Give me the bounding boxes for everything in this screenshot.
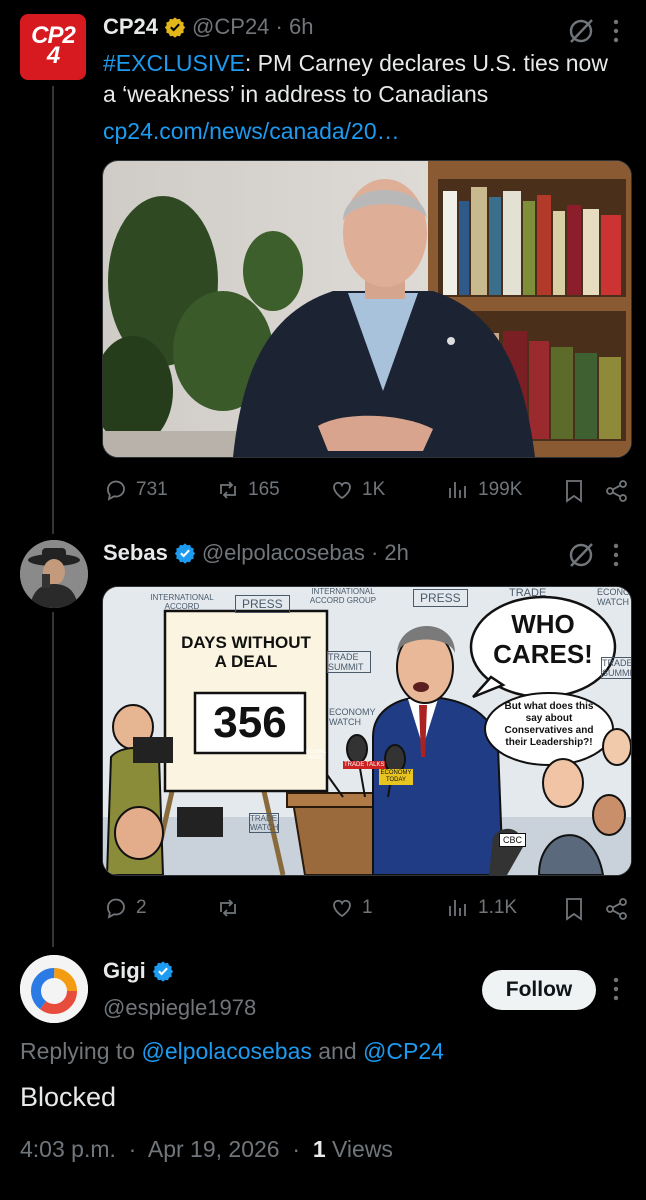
hashtag-link[interactable]: #EXCLUSIVE xyxy=(103,50,245,76)
tweet-time[interactable]: 4:03 p.m. xyxy=(20,1136,116,1162)
views-button[interactable]: 1.1K xyxy=(446,896,517,920)
carney-photo-image xyxy=(103,161,631,457)
reply-count: 2 xyxy=(136,897,147,918)
author-name[interactable]: Sebas xyxy=(103,540,168,566)
like-button[interactable]: 1K xyxy=(330,478,385,502)
backdrop-label: TRADE WATCH xyxy=(249,813,279,833)
reply-button[interactable]: 2 xyxy=(104,896,147,920)
bubble-who-cares: WHO CARES! xyxy=(493,609,593,669)
reply-icon xyxy=(107,480,125,501)
like-count: 1 xyxy=(362,897,373,918)
tweet-time[interactable]: 6h xyxy=(289,14,313,40)
mic-label: TRADE TALKS xyxy=(343,761,386,769)
like-count: 1K xyxy=(362,479,386,500)
bubble-question: But what does this say about Conservativ… xyxy=(504,701,594,748)
thread-line xyxy=(52,612,54,947)
views-label: Views xyxy=(332,1136,393,1162)
backdrop-label: ECONOMY WATCH xyxy=(597,587,631,607)
backdrop-label: INTERNATIONAL ACCORD GROUP xyxy=(309,587,377,605)
heart-icon xyxy=(333,481,351,500)
author-name[interactable]: Gigi xyxy=(103,958,146,984)
verified-gold-icon xyxy=(164,17,186,38)
avatar-image xyxy=(20,540,88,608)
tweet-date[interactable]: Apr 19, 2026 xyxy=(148,1136,280,1162)
author-handle[interactable]: @espiegle1978 xyxy=(103,995,256,1021)
replying-user-link[interactable]: @CP24 xyxy=(363,1038,444,1064)
tweet-time[interactable]: 2h xyxy=(384,540,408,566)
avatar-logo-text: CP24 xyxy=(31,22,76,69)
analytics-icon xyxy=(449,482,466,498)
repost-count: 165 xyxy=(248,479,280,500)
like-button[interactable]: 1 xyxy=(330,896,373,920)
tweet-header: Sebas @elpolacosebas · 2h xyxy=(103,540,409,566)
views-button[interactable]: 199K xyxy=(446,478,522,502)
backdrop-label: PRESS xyxy=(235,595,290,613)
follow-button[interactable]: Follow xyxy=(482,970,596,1010)
avatar-gigi[interactable] xyxy=(20,955,88,1023)
author-name[interactable]: CP24 xyxy=(103,14,158,40)
more-options-icon[interactable] xyxy=(608,976,624,1002)
author-handle[interactable]: @elpolacosebas xyxy=(202,540,365,566)
separator-dot: · xyxy=(122,1136,143,1162)
mic-label: GLOBAL NEWS xyxy=(306,749,327,761)
separator-dot: · xyxy=(285,1136,307,1162)
thread-line xyxy=(52,86,54,534)
bookmark-icon[interactable] xyxy=(562,478,586,504)
views-count: 1.1K xyxy=(478,897,518,918)
separator-dot: · xyxy=(269,14,289,39)
more-options-icon[interactable] xyxy=(608,18,624,44)
calendar-title: DAYS WITHOUT A DEAL xyxy=(181,633,311,671)
author-handle[interactable]: @CP24 xyxy=(192,14,269,40)
bookmark-icon[interactable] xyxy=(562,896,586,922)
tweet-photo[interactable] xyxy=(102,160,632,458)
mic-label: CBC xyxy=(499,833,527,847)
share-icon[interactable] xyxy=(604,896,630,922)
tweet-body: Blocked xyxy=(20,1082,117,1112)
share-icon[interactable] xyxy=(604,478,630,504)
avatar-sebas[interactable] xyxy=(20,540,88,608)
repost-button[interactable] xyxy=(216,896,248,920)
separator-dot: · xyxy=(364,540,385,565)
tweet-header: Gigi xyxy=(103,958,180,984)
replying-prefix: Replying to xyxy=(20,1038,136,1064)
backdrop-label: INTERNATIONAL ACCORD xyxy=(150,593,214,611)
more-options-icon[interactable] xyxy=(608,542,624,568)
donut-chart-avatar-icon xyxy=(20,955,88,1023)
replying-user-link[interactable]: @elpolacosebas xyxy=(141,1038,311,1064)
article-link[interactable]: cp24.com/news/canada/20… xyxy=(103,116,400,147)
grok-icon[interactable] xyxy=(566,16,596,46)
backdrop-label: TRADE SUMMIT xyxy=(327,651,371,673)
reply-icon xyxy=(107,898,125,919)
views-count: 199K xyxy=(478,479,523,500)
backdrop-label: TRADE SUMMIT xyxy=(601,657,632,679)
calendar-number: 356 xyxy=(213,698,287,747)
backdrop-label: TRADE xyxy=(509,587,547,599)
heart-icon xyxy=(333,899,351,918)
avatar-cp24[interactable]: CP24 xyxy=(20,14,86,80)
verified-blue-icon xyxy=(174,543,196,564)
backdrop-label: ECONOMY WATCH xyxy=(329,707,376,727)
tweet-cartoon-image[interactable]: INTERNATIONAL ACCORD PRESS INTERNATIONAL… xyxy=(102,586,632,876)
tweet-header: CP24 @CP24 · 6h xyxy=(103,14,313,40)
backdrop-label: PRESS xyxy=(413,589,468,607)
verified-blue-icon xyxy=(152,961,173,982)
grok-icon[interactable] xyxy=(566,540,596,570)
tweet-meta: 4:03 p.m. · Apr 19, 2026 · 1 Views xyxy=(20,1136,393,1163)
reply-count: 731 xyxy=(136,479,168,500)
replying-to: Replying to @elpolacosebas and @CP24 xyxy=(20,1038,444,1065)
mic-label: ECONOMY TODAY xyxy=(379,769,413,785)
tweet-text: #EXCLUSIVE: PM Carney declares U.S. ties… xyxy=(103,48,613,110)
repost-icon xyxy=(220,481,236,499)
views-count: 1 xyxy=(312,1136,326,1162)
repost-icon xyxy=(220,899,236,917)
reply-button[interactable]: 731 xyxy=(104,478,168,502)
repost-button[interactable]: 165 xyxy=(216,478,280,502)
replying-and: and xyxy=(318,1038,357,1064)
analytics-icon xyxy=(449,900,466,916)
